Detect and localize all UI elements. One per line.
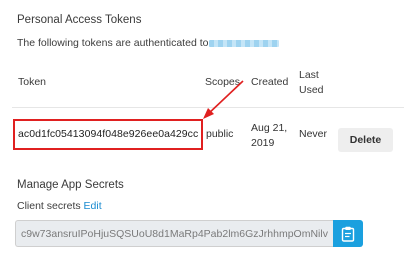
token-created: Aug 21, 2019 — [251, 121, 287, 151]
token-value: ac0d1fc05413094f048e926ee0a429cc — [18, 128, 199, 140]
column-header-last-used: Last Used — [299, 68, 324, 98]
tokens-description-text: The following tokens are authenticated t… — [17, 37, 209, 49]
token-scopes: public — [206, 128, 234, 140]
token-created-date: Aug 21, — [251, 122, 288, 134]
tokens-section-title: Personal Access Tokens — [17, 14, 142, 26]
edit-secrets-link[interactable]: Edit — [84, 200, 102, 212]
secrets-section-title: Manage App Secrets — [17, 179, 124, 191]
token-last-used: Never — [299, 128, 328, 140]
client-secret-field[interactable] — [15, 220, 333, 247]
table-header-divider — [12, 107, 404, 108]
redacted-account — [209, 39, 280, 47]
tokens-description: The following tokens are authenticated t… — [17, 37, 280, 49]
token-created-year: 2019 — [251, 137, 275, 149]
column-header-created: Created — [251, 76, 289, 88]
column-header-last-used-line2: Used — [299, 84, 324, 96]
copy-secret-button[interactable] — [333, 220, 363, 247]
clipboard-copy-icon — [341, 226, 355, 242]
delete-token-button[interactable]: Delete — [338, 128, 393, 152]
client-secrets-label: Client secrets — [17, 200, 81, 212]
column-header-scopes: Scopes — [205, 76, 241, 88]
column-header-last-used-line1: Last — [299, 69, 319, 81]
client-secrets-row: Client secrets Edit — [17, 200, 102, 212]
column-header-token: Token — [18, 76, 47, 88]
